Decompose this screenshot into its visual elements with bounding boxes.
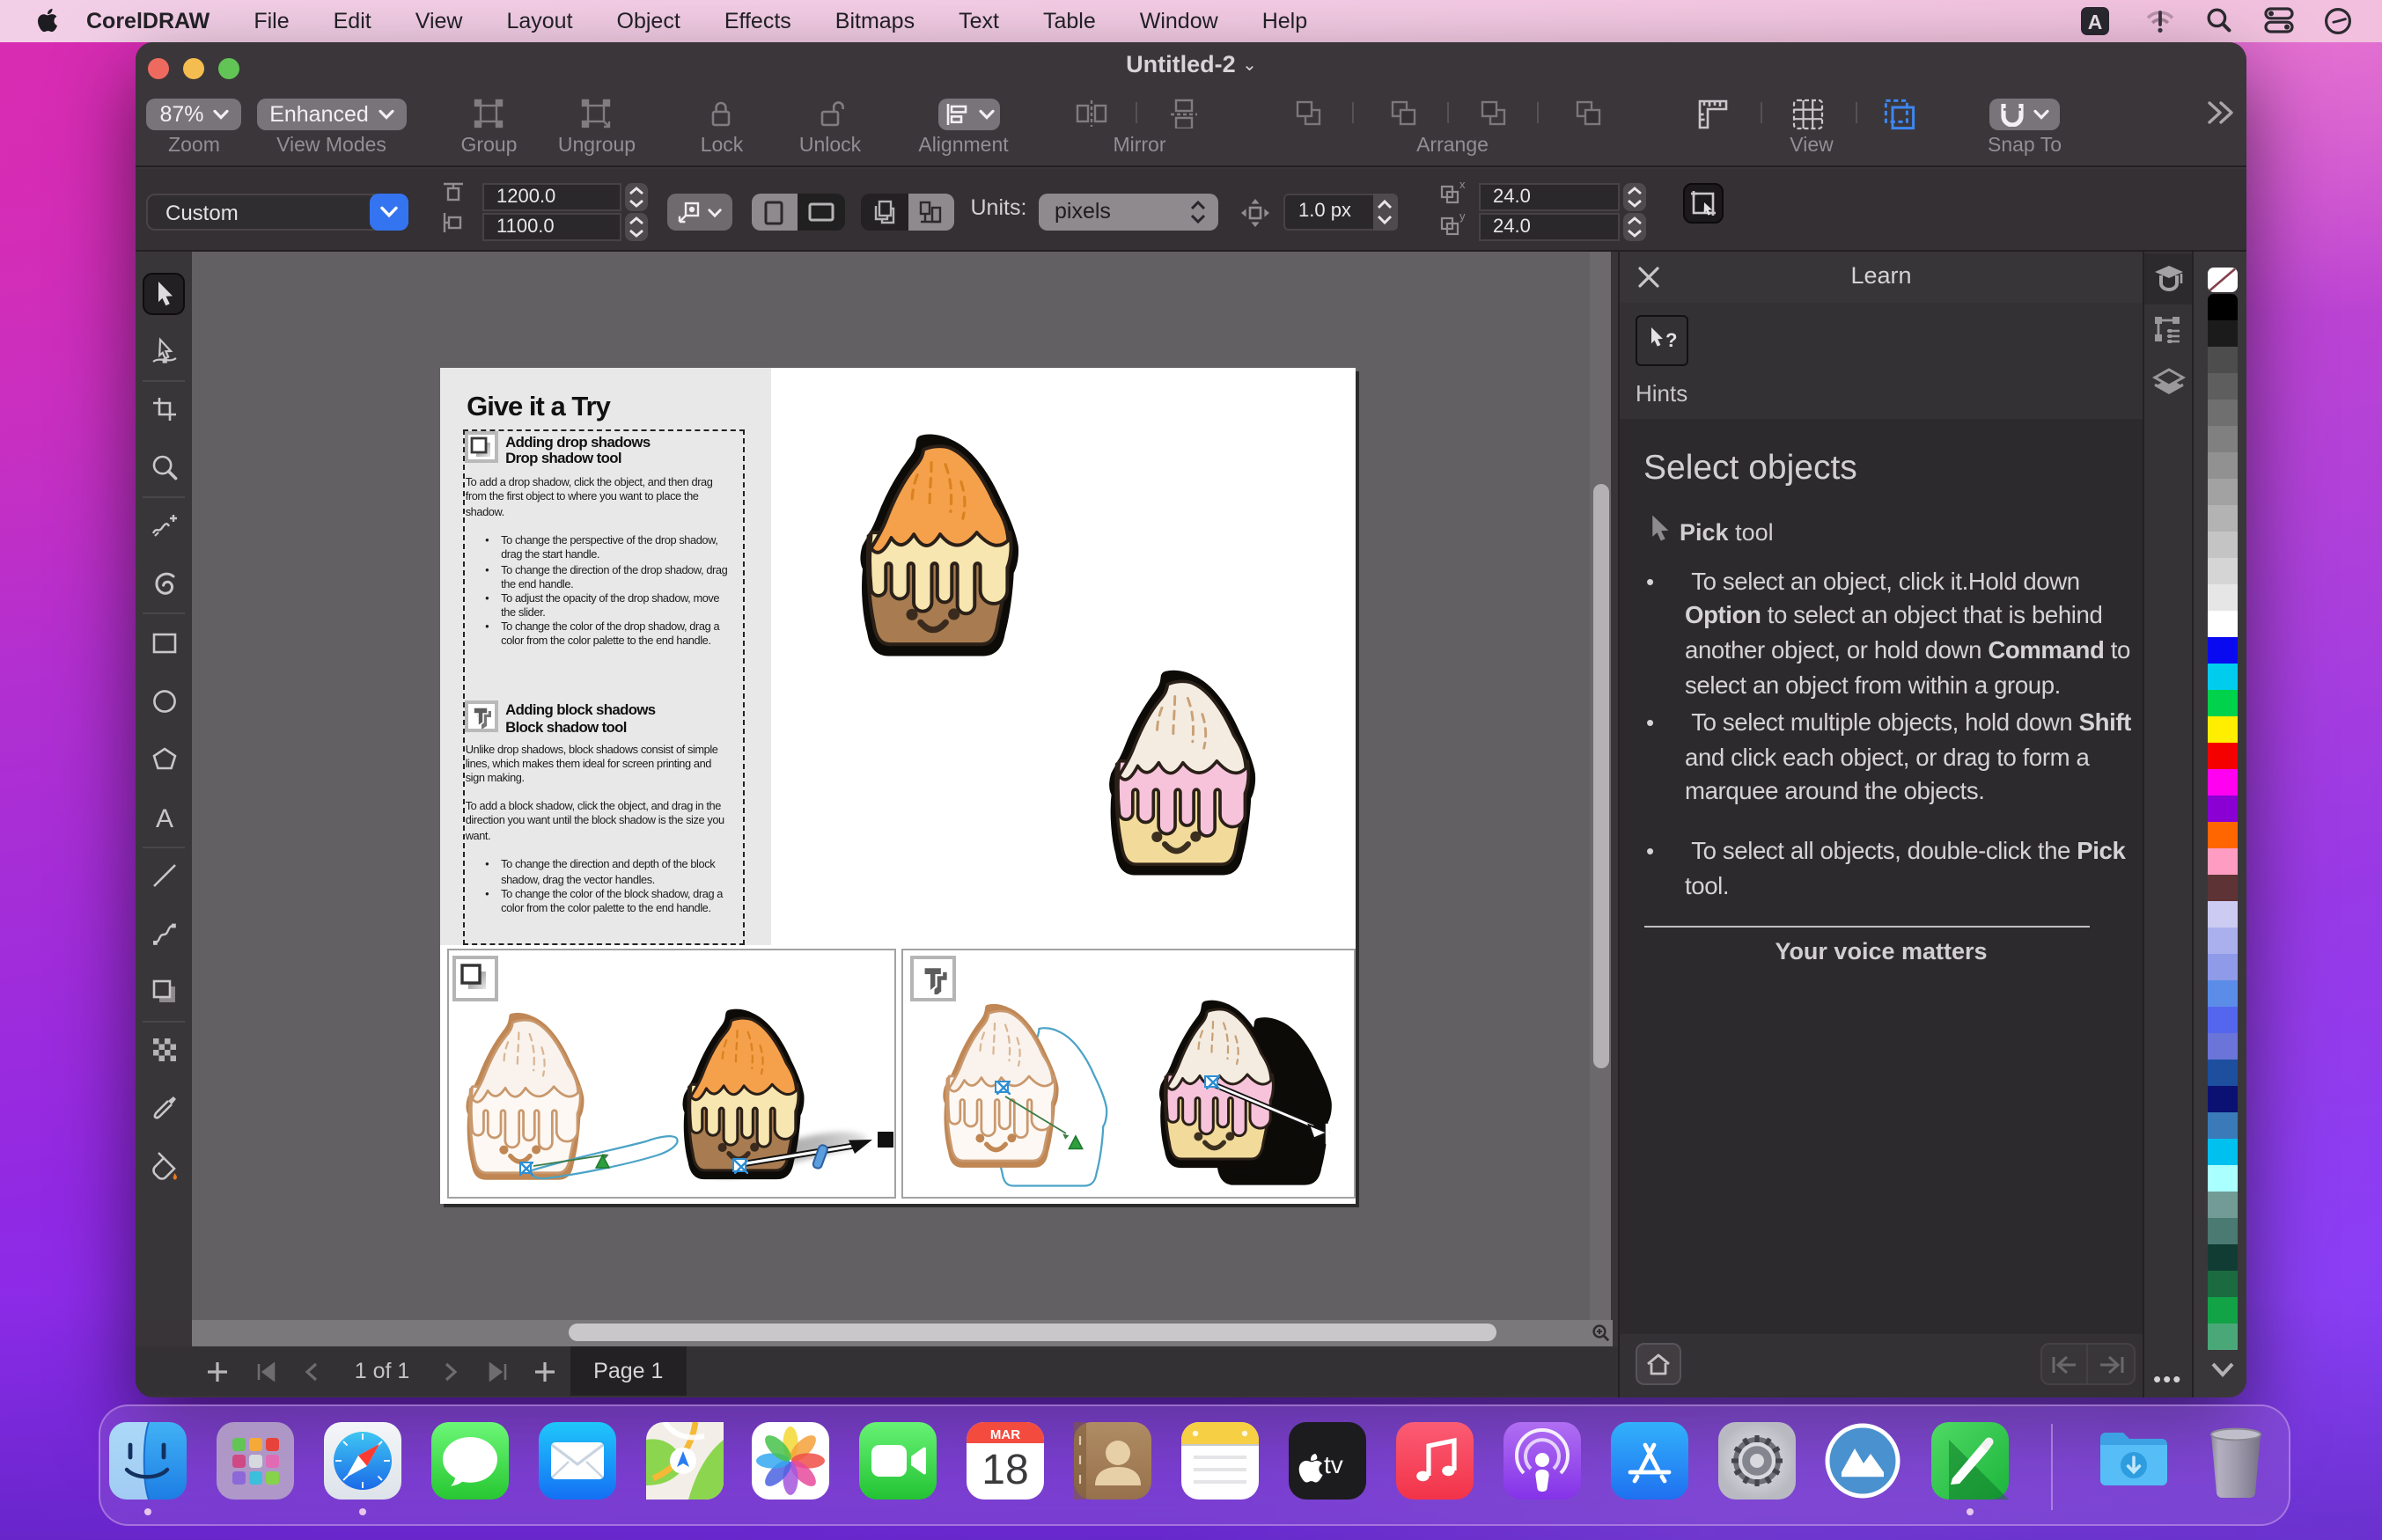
svg-text:MAR: MAR (990, 1426, 1020, 1441)
svg-text:18: 18 (982, 1446, 1029, 1492)
svg-text:A: A (2088, 11, 2103, 33)
svg-text:A: A (155, 804, 173, 833)
svg-text:y: y (1460, 210, 1467, 222)
svg-text:?: ? (1665, 328, 1677, 350)
svg-text:x: x (1460, 180, 1467, 191)
svg-text:tv: tv (1324, 1450, 1343, 1478)
